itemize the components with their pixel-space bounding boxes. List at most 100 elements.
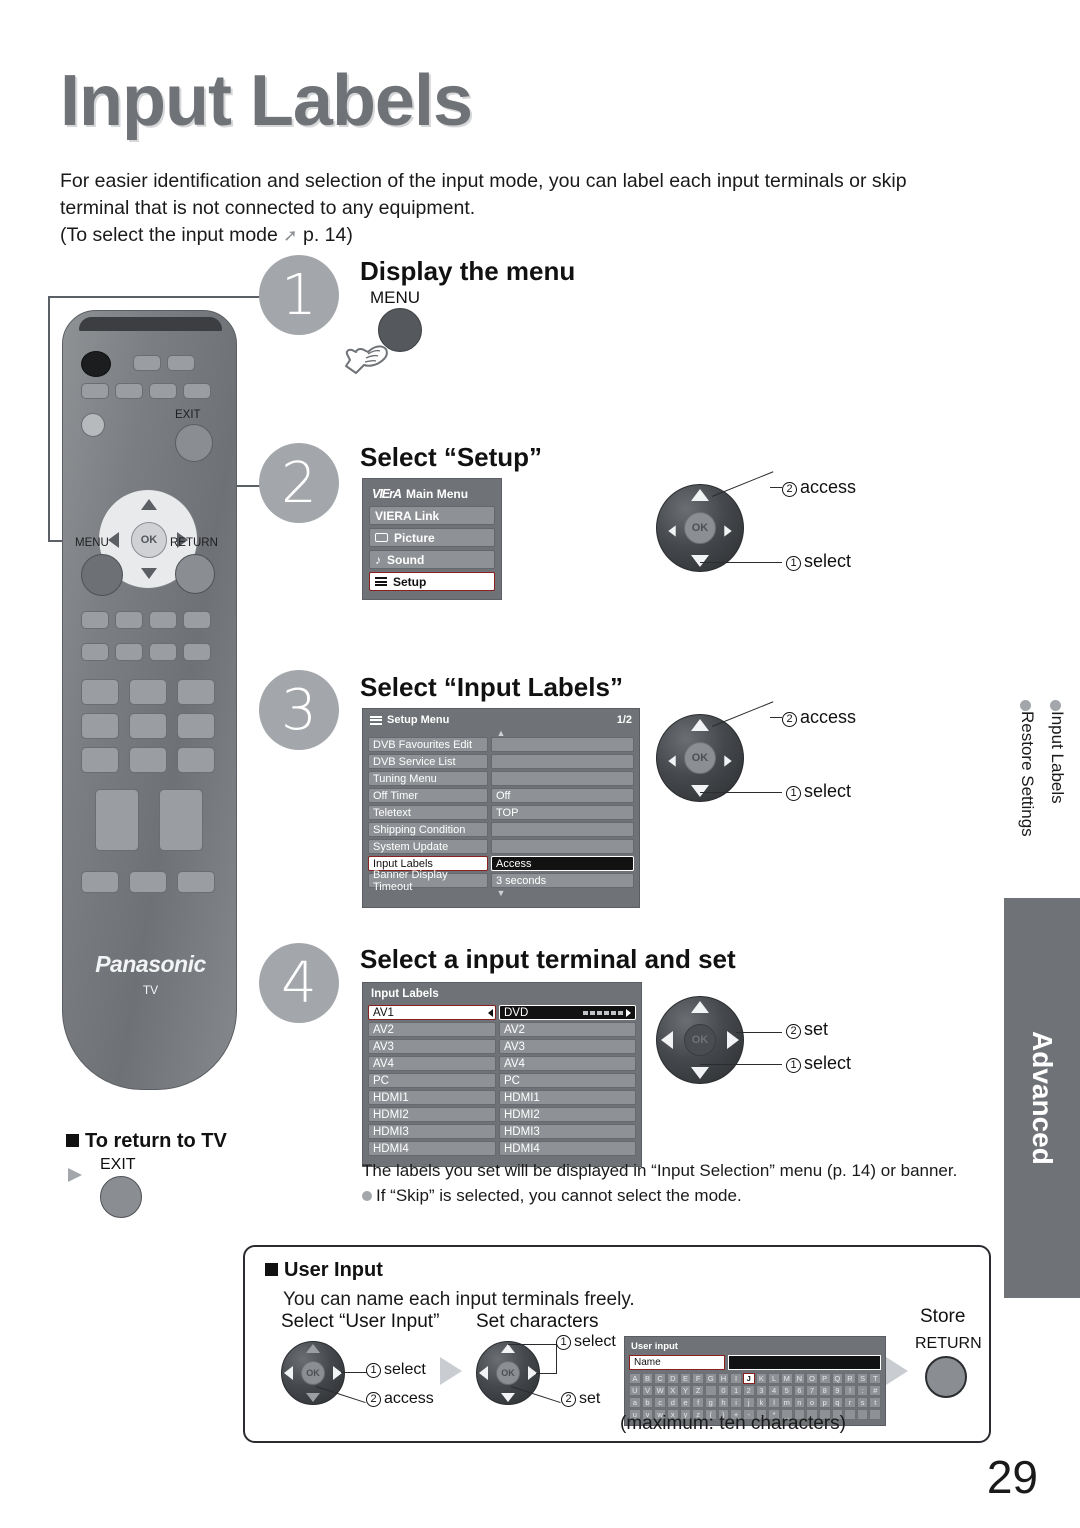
keyboard-key[interactable]: L <box>768 1373 780 1384</box>
remote-exit-button[interactable] <box>175 424 213 462</box>
navpad-ok-button[interactable]: OK <box>684 1024 716 1056</box>
remote-menu-button[interactable] <box>81 554 123 596</box>
remote-button-row3-1[interactable] <box>81 611 109 629</box>
keyboard-key[interactable]: E <box>679 1373 692 1384</box>
remote-button-row6-3[interactable] <box>177 871 215 893</box>
remote-button-row2-1[interactable] <box>81 383 109 399</box>
navpad-left-icon[interactable] <box>668 525 676 537</box>
sidebar-toc-item-1[interactable]: Input Labels <box>1042 700 1072 930</box>
exit-button[interactable] <box>100 1176 142 1218</box>
navpad-right-icon[interactable] <box>727 1031 739 1049</box>
keyboard-key[interactable]: # <box>869 1385 882 1396</box>
remote-numpad-1[interactable] <box>81 679 119 705</box>
remote-button-row6-2[interactable] <box>129 871 167 893</box>
keyboard-key[interactable]: M <box>780 1373 793 1384</box>
keyboard-key[interactable]: f <box>692 1397 704 1408</box>
keyboard-key[interactable]: n <box>793 1397 806 1408</box>
keyboard-key[interactable]: G <box>704 1373 717 1384</box>
remote-numpad-9[interactable] <box>177 747 215 773</box>
main-menu-item-picture[interactable]: Picture <box>369 528 495 547</box>
keyboard-key[interactable]: 9 <box>831 1385 844 1396</box>
remote-button-row6-1[interactable] <box>81 871 119 893</box>
input-label-row[interactable]: AV2 AV2 <box>368 1022 636 1037</box>
navpad-up-icon[interactable] <box>691 719 709 731</box>
dpad-ok-button[interactable]: OK <box>131 522 167 558</box>
keyboard-key[interactable]: r <box>844 1397 856 1408</box>
keyboard-key[interactable]: 8 <box>818 1385 831 1396</box>
setup-menu-row[interactable]: DVB Favourites Edit <box>368 737 634 752</box>
navpad-step3[interactable]: OK <box>656 714 744 802</box>
keyboard-key[interactable]: s <box>856 1397 869 1408</box>
keyboard-key[interactable]: Y <box>679 1385 692 1396</box>
remote-button-top-1[interactable] <box>133 355 161 371</box>
navpad-left-icon[interactable] <box>668 755 676 767</box>
navpad-down-icon[interactable] <box>691 785 709 797</box>
dpad-down-icon[interactable] <box>141 568 157 579</box>
keyboard-key[interactable]: K <box>755 1373 768 1384</box>
remote-numpad-6[interactable] <box>177 713 215 739</box>
keyboard-key[interactable]: D <box>666 1373 679 1384</box>
keyboard-key[interactable]: 7 <box>806 1385 818 1396</box>
keyboard-key[interactable]: V <box>641 1385 654 1396</box>
keyboard-key[interactable]: 3 <box>755 1385 768 1396</box>
input-label-row[interactable]: AV3 AV3 <box>368 1039 636 1054</box>
setup-menu-row[interactable]: DVB Service List <box>368 754 634 769</box>
remote-button-row3-3[interactable] <box>149 611 177 629</box>
keyboard-key[interactable]: 2 <box>742 1385 755 1396</box>
input-label-row[interactable]: HDMI4 HDMI4 <box>368 1141 636 1156</box>
keyboard-key[interactable]: S <box>856 1373 869 1384</box>
main-menu-item-viera-link[interactable]: VIERA Link <box>369 506 495 525</box>
user-input-name-value[interactable] <box>728 1355 881 1370</box>
input-label-row[interactable]: PC PC <box>368 1073 636 1088</box>
navpad-step4[interactable]: OK <box>656 996 744 1084</box>
navpad-up-icon[interactable] <box>501 1344 515 1353</box>
remote-numpad-8[interactable] <box>129 747 167 773</box>
keyboard-key[interactable]: j <box>742 1397 755 1408</box>
keyboard-key[interactable]: a <box>629 1397 641 1408</box>
navpad-user-input-b[interactable]: OK <box>476 1341 540 1405</box>
keyboard-key[interactable]: N <box>793 1373 806 1384</box>
input-label-row[interactable]: HDMI1 HDMI1 <box>368 1090 636 1105</box>
keyboard-key[interactable]: R <box>844 1373 856 1384</box>
remote-button-row4-2[interactable] <box>115 643 143 661</box>
remote-numpad-2[interactable] <box>129 679 167 705</box>
navpad-ok-button[interactable]: OK <box>301 1361 325 1385</box>
keyboard-key[interactable]: O <box>806 1373 818 1384</box>
navpad-ok-button[interactable]: OK <box>684 742 716 774</box>
right-arrow-icon[interactable] <box>626 1008 631 1017</box>
sidebar-toc-item-2[interactable]: Restore Settings <box>1012 700 1042 930</box>
navpad-down-icon[interactable] <box>501 1393 515 1402</box>
setup-menu-row[interactable]: Tuning Menu <box>368 771 634 786</box>
remote-numpad-5[interactable] <box>129 713 167 739</box>
keyboard-key[interactable]: C <box>654 1373 666 1384</box>
keyboard-key[interactable]: o <box>806 1397 818 1408</box>
store-return-button[interactable] <box>925 1356 967 1398</box>
remote-button-row3-4[interactable] <box>183 611 211 629</box>
remote-power-button[interactable] <box>81 351 111 377</box>
remote-button-row4-4[interactable] <box>183 643 211 661</box>
remote-button-row2-4[interactable] <box>183 383 211 399</box>
keyboard-key[interactable]: c <box>654 1397 666 1408</box>
setup-menu-row[interactable]: Shipping Condition <box>368 822 634 837</box>
remote-button-row3-2[interactable] <box>115 611 143 629</box>
keyboard-key[interactable]: e <box>679 1397 692 1408</box>
input-label-row[interactable]: AV1 DVD <box>368 1005 636 1020</box>
remote-rocker-right[interactable] <box>159 789 203 851</box>
keyboard-key[interactable]: 6 <box>793 1385 806 1396</box>
keyboard-key[interactable]: l <box>768 1397 780 1408</box>
left-arrow-icon[interactable] <box>488 1009 493 1017</box>
keyboard-key[interactable]: d <box>666 1397 679 1408</box>
keyboard-key[interactable]: A <box>629 1373 641 1384</box>
keyboard-key[interactable]: b <box>641 1397 654 1408</box>
main-menu-item-setup[interactable]: Setup <box>369 572 495 591</box>
keyboard-key[interactable]: W <box>654 1385 666 1396</box>
keyboard-key[interactable]: Q <box>831 1373 844 1384</box>
input-label-row[interactable]: HDMI2 HDMI2 <box>368 1107 636 1122</box>
keyboard-key[interactable]: 0 <box>717 1385 730 1396</box>
keyboard-key[interactable]: J <box>742 1373 755 1384</box>
remote-numpad-3[interactable] <box>177 679 215 705</box>
remote-button-row4-3[interactable] <box>149 643 177 661</box>
keyboard-key[interactable]: F <box>692 1373 704 1384</box>
input-label-row[interactable]: AV4 AV4 <box>368 1056 636 1071</box>
user-input-name-field[interactable]: Name <box>629 1355 881 1370</box>
